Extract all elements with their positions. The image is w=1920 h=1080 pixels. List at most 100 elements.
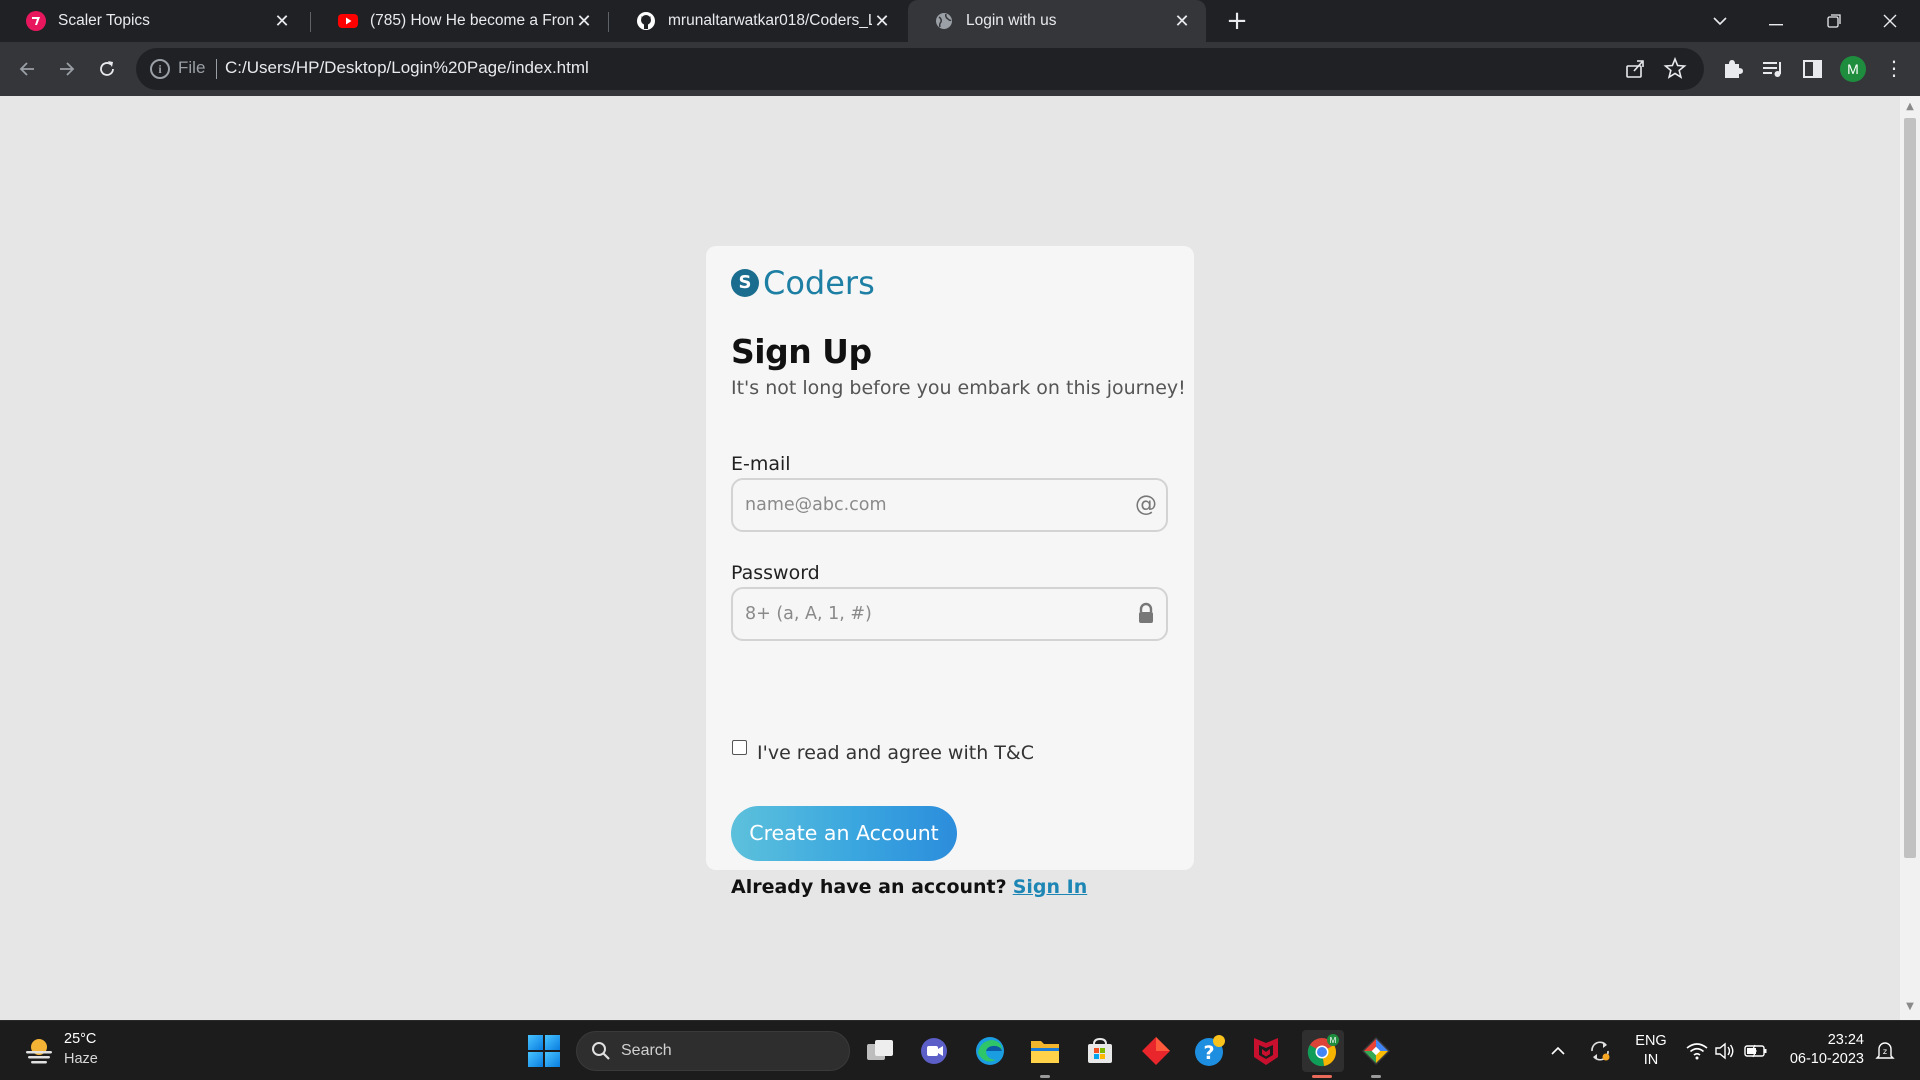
email-label: E-mail xyxy=(731,453,791,475)
battery-icon[interactable] xyxy=(1744,1021,1772,1080)
task-view-icon[interactable] xyxy=(862,1033,898,1069)
terms-checkbox[interactable] xyxy=(732,740,747,755)
edge-icon[interactable] xyxy=(972,1033,1008,1069)
help-icon[interactable]: ? xyxy=(1192,1033,1228,1069)
tab-title: (785) How He become a Fronten xyxy=(370,12,574,29)
email-field[interactable]: @ xyxy=(731,478,1168,532)
page-title: Sign Up xyxy=(731,332,872,371)
globe-icon xyxy=(934,11,954,31)
media-playlist-icon[interactable] xyxy=(1758,54,1788,84)
running-indicator xyxy=(1371,1075,1381,1078)
volume-icon[interactable] xyxy=(1714,1021,1740,1080)
weather-haze-icon[interactable] xyxy=(22,1033,56,1067)
signin-prompt: Already have an account? xyxy=(731,876,1007,898)
url-text[interactable]: C:/Users/HP/Desktop/Login%20Page/index.h… xyxy=(225,58,589,78)
app-red-diamond-icon[interactable] xyxy=(1138,1033,1174,1069)
github-icon xyxy=(636,11,656,31)
notifications-icon[interactable]: z xyxy=(1874,1021,1904,1080)
menu-kebab-icon[interactable]: ⋮ xyxy=(1884,56,1904,82)
clock[interactable]: 23:24 06-10-2023 xyxy=(1780,1032,1864,1067)
youtube-icon xyxy=(338,11,358,31)
password-label: Password xyxy=(731,562,820,584)
close-tab-icon[interactable]: ✕ xyxy=(272,11,292,32)
profile-avatar[interactable]: M xyxy=(1840,56,1866,82)
close-tab-icon[interactable]: ✕ xyxy=(872,11,892,32)
bookmark-star-icon[interactable] xyxy=(1662,56,1688,82)
tab-separator xyxy=(310,12,311,32)
signin-row: Already have an account? Sign In xyxy=(731,876,1087,898)
tab-scaler-topics[interactable]: Scaler Topics ✕ xyxy=(0,0,306,42)
taskbar-search[interactable]: Search xyxy=(576,1031,850,1071)
at-icon: @ xyxy=(1135,492,1157,517)
tab-separator xyxy=(608,12,609,32)
back-arrow-icon[interactable] xyxy=(10,52,44,86)
brand-name: Coders xyxy=(763,264,875,302)
file-explorer-icon[interactable] xyxy=(1027,1033,1063,1069)
tab-github[interactable]: mrunaltarwatkar018/Coders_Log ✕ xyxy=(610,0,906,42)
side-panel-icon[interactable] xyxy=(1798,54,1828,84)
tab-youtube[interactable]: (785) How He become a Fronten ✕ xyxy=(312,0,608,42)
language-code: ENG xyxy=(1635,1033,1667,1049)
app-multicolor-icon[interactable] xyxy=(1358,1033,1394,1069)
show-hidden-icons-chevron-icon[interactable] xyxy=(1550,1021,1574,1080)
scroll-thumb[interactable] xyxy=(1904,118,1916,858)
signin-link[interactable]: Sign In xyxy=(1013,876,1088,898)
clock-time: 23:24 xyxy=(1827,1032,1864,1048)
brand[interactable]: S Coders xyxy=(731,264,875,302)
scroll-up-arrow-icon[interactable]: ▲ xyxy=(1905,102,1915,112)
browser-tab-bar: Scaler Topics ✕ (785) How He become a Fr… xyxy=(0,0,1920,42)
page-viewport: S Coders Sign Up It's not long before yo… xyxy=(0,96,1900,1020)
reload-icon[interactable] xyxy=(90,52,124,86)
browser-toolbar: i File C:/Users/HP/Desktop/Login%20Page/… xyxy=(0,42,1920,96)
close-tab-icon[interactable]: ✕ xyxy=(1172,11,1192,32)
page-subtitle: It's not long before you embark on this … xyxy=(731,377,1186,399)
tab-title: Scaler Topics xyxy=(58,12,150,29)
password-field[interactable] xyxy=(731,587,1168,641)
scroll-down-arrow-icon[interactable]: ▼ xyxy=(1905,1002,1915,1012)
mcafee-icon[interactable] xyxy=(1248,1033,1284,1069)
language-indicator[interactable]: ENG IN xyxy=(1628,1033,1674,1068)
windows-taskbar: 25°C Haze Search ? M ENG IN 23:24 06-10-… xyxy=(0,1020,1920,1080)
microsoft-store-icon[interactable] xyxy=(1082,1033,1118,1069)
signup-card: S Coders Sign Up It's not long before yo… xyxy=(706,246,1194,898)
running-indicator xyxy=(1040,1075,1050,1078)
forward-arrow-icon[interactable] xyxy=(50,52,84,86)
weather-temp[interactable]: 25°C xyxy=(64,1031,96,1047)
minimize-button[interactable] xyxy=(1748,0,1804,42)
language-region: IN xyxy=(1643,1052,1659,1068)
tab-title: Login with us xyxy=(966,12,1057,29)
search-placeholder: Search xyxy=(621,1042,672,1059)
scheme-label: File xyxy=(178,58,206,77)
wifi-icon[interactable] xyxy=(1686,1021,1712,1080)
start-windows-icon[interactable] xyxy=(528,1035,560,1067)
new-tab-button[interactable]: + xyxy=(1222,6,1252,36)
sync-icon[interactable] xyxy=(1588,1021,1616,1080)
chrome-icon[interactable]: M xyxy=(1302,1030,1344,1072)
active-app-indicator xyxy=(1312,1075,1332,1078)
svg-text:?: ? xyxy=(1203,1042,1214,1064)
teams-chat-icon[interactable] xyxy=(916,1033,952,1069)
info-icon[interactable]: i xyxy=(150,59,170,79)
email-input[interactable] xyxy=(745,480,1125,530)
tab-search-chevron-icon[interactable] xyxy=(1692,0,1748,42)
extensions-puzzle-icon[interactable] xyxy=(1718,54,1748,84)
search-icon xyxy=(591,1041,611,1061)
omnibox-divider xyxy=(216,59,217,79)
share-icon[interactable] xyxy=(1622,56,1648,82)
create-account-button[interactable]: Create an Account xyxy=(731,806,957,861)
tab-login-with-us[interactable]: Login with us ✕ xyxy=(908,0,1206,42)
page-scrollbar[interactable]: ▲ ▼ xyxy=(1900,96,1920,1020)
restore-button[interactable] xyxy=(1806,0,1862,42)
weather-condition[interactable]: Haze xyxy=(64,1051,98,1067)
svg-text:M: M xyxy=(1330,1036,1337,1045)
scaler-icon xyxy=(26,11,46,31)
terms-label[interactable]: I've read and agree with T&C xyxy=(757,742,1034,764)
lock-icon xyxy=(1134,602,1158,626)
close-tab-icon[interactable]: ✕ xyxy=(574,11,594,32)
password-input[interactable] xyxy=(745,589,1125,639)
close-window-button[interactable] xyxy=(1862,0,1918,42)
tab-title: mrunaltarwatkar018/Coders_Log xyxy=(668,12,872,29)
brand-logo-icon: S xyxy=(731,269,759,297)
address-bar[interactable]: i File C:/Users/HP/Desktop/Login%20Page/… xyxy=(136,48,1704,90)
svg-text:z: z xyxy=(1883,1047,1887,1056)
